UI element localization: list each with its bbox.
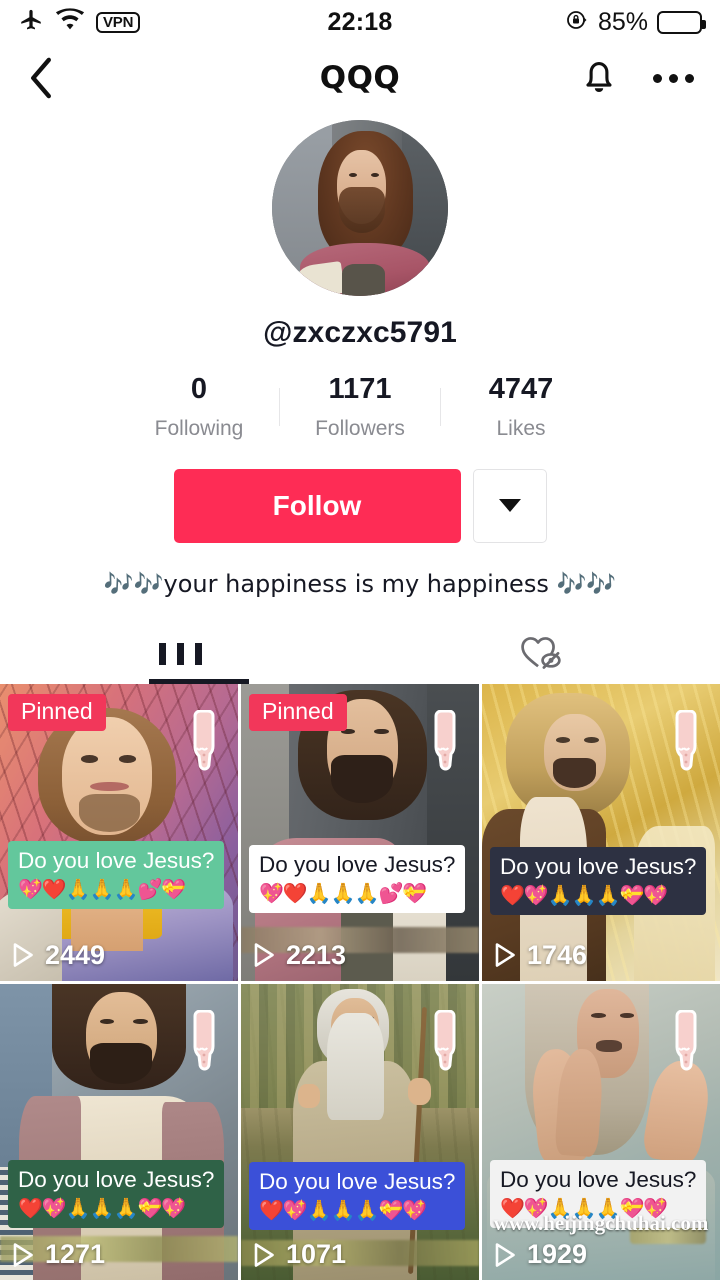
- play-count-value: 1746: [527, 939, 588, 970]
- status-bar-left: VPN: [18, 7, 141, 38]
- video-caption: Do you love Jesus? ❤️💖🙏🙏🙏💝💖: [249, 1162, 466, 1230]
- stat-label: Following: [154, 416, 244, 440]
- play-count: 1271: [12, 1239, 105, 1270]
- caption-text: Do you love Jesus?: [259, 1169, 456, 1194]
- pinned-badge: Pinned: [8, 694, 106, 731]
- stat-followers[interactable]: 1171 Followers: [280, 373, 440, 441]
- play-count: 1071: [253, 1239, 346, 1270]
- profile-actions: Follow: [0, 468, 720, 543]
- video-cell[interactable]: Pinned Do you love Jesus? 💖❤️🙏🙏🙏💕💝: [241, 684, 479, 981]
- pinned-badge: Pinned: [249, 694, 347, 731]
- caption-emojis: ❤️💖🙏🙏🙏💝💖: [500, 882, 668, 907]
- caption-emojis: 💖❤️🙏🙏🙏💕💝: [18, 876, 186, 901]
- video-cell[interactable]: Do you love Jesus? ❤️💖🙏🙏🙏💝💖 1071: [241, 983, 479, 1280]
- stat-label: Likes: [496, 416, 546, 440]
- caption-emojis: ❤️💖🙏🙏🙏💝💖: [259, 1198, 427, 1222]
- stat-following[interactable]: 0 Following: [119, 373, 279, 441]
- caption-text: Do you love Jesus?: [259, 851, 456, 877]
- heart-hidden-icon: [518, 632, 562, 677]
- battery-percent-label: 85%: [597, 7, 648, 36]
- watermark: www.heijingchuhai.com: [493, 1211, 709, 1235]
- video-caption: Do you love Jesus? 💖❤️🙏🙏🙏💕💝: [8, 840, 225, 909]
- stat-value: 4747: [488, 373, 554, 405]
- avatar[interactable]: [272, 120, 448, 296]
- play-icon: [494, 942, 516, 968]
- pointing-down-hand-icon: [182, 1009, 226, 1102]
- tab-videos[interactable]: [0, 624, 360, 684]
- play-icon: [253, 1242, 275, 1268]
- grid-icon: [158, 643, 202, 666]
- play-count-value: 1271: [45, 1239, 106, 1269]
- rotation-lock-icon: [565, 8, 589, 37]
- play-count-value: 1071: [286, 1239, 347, 1269]
- tiktok-profile-screen: VPN 22:18 85% QQQ @zxczxc5791 0 Followin…: [0, 0, 720, 1280]
- back-button[interactable]: [26, 56, 56, 100]
- play-count-value: 2449: [45, 939, 106, 970]
- play-count: 2449: [12, 940, 105, 971]
- follow-button[interactable]: Follow: [173, 468, 461, 543]
- profile-section: @zxczxc5791 0 Following 1171 Followers 4…: [0, 112, 720, 600]
- video-cell[interactable]: Pinned Do you love Jesus? 💖❤️🙏🙏🙏💕💝: [0, 684, 238, 981]
- status-bar-right: 85%: [565, 7, 706, 37]
- video-caption: Do you love Jesus? 💖❤️🙏🙏🙏💕💝: [249, 844, 466, 913]
- more-horizontal-icon[interactable]: [653, 73, 694, 83]
- caption-emojis: ❤️💖🙏🙏🙏💝💖: [18, 1196, 186, 1220]
- caption-emojis: 💖❤️🙏🙏🙏💕💝: [259, 880, 427, 905]
- play-count-value: 2213: [286, 939, 347, 970]
- profile-bio: 🎶🎶your happiness is my happiness 🎶🎶: [103, 569, 617, 598]
- profile-tabs: [0, 624, 720, 685]
- wifi-icon: [55, 7, 85, 37]
- profile-handle: @zxczxc5791: [263, 316, 457, 349]
- pointing-down-hand-icon: [664, 1009, 708, 1102]
- caption-text: Do you love Jesus?: [18, 847, 215, 873]
- play-icon: [253, 942, 275, 968]
- profile-header: QQQ: [0, 44, 720, 112]
- bell-icon[interactable]: [579, 54, 619, 103]
- stat-value: 1171: [328, 373, 392, 405]
- video-cell[interactable]: Do you love Jesus? ❤️💖🙏🙏🙏💝💖 1271: [0, 983, 238, 1280]
- profile-stats: 0 Following 1171 Followers 4747 Likes: [0, 373, 720, 441]
- pointing-down-hand-icon: [423, 709, 467, 802]
- airplane-icon: [18, 7, 44, 38]
- video-caption: Do you love Jesus? ❤️💖🙏🙏🙏💝💖: [490, 846, 707, 915]
- vpn-badge: VPN: [96, 11, 141, 33]
- play-icon: [12, 1242, 34, 1268]
- play-icon: [494, 1242, 516, 1268]
- pointing-down-hand-icon: [182, 709, 226, 802]
- play-count-value: 1929: [527, 1239, 588, 1269]
- video-cell[interactable]: Do you love Jesus? ❤️💖🙏🙏🙏💝💖 www.heijingc…: [482, 983, 720, 1280]
- video-grid: Pinned Do you love Jesus? 💖❤️🙏🙏🙏💕💝 2449 …: [0, 684, 720, 1280]
- profile-dropdown-button[interactable]: [472, 468, 547, 543]
- video-cell[interactable]: Do you love Jesus? ❤️💖🙏🙏🙏💝💖 1746: [482, 684, 720, 981]
- caption-text: Do you love Jesus?: [500, 1167, 697, 1192]
- tab-liked[interactable]: [360, 624, 720, 684]
- pointing-down-hand-icon: [664, 709, 708, 802]
- play-count: 2213: [253, 940, 346, 971]
- play-icon: [12, 942, 34, 968]
- play-count: 1929: [494, 1239, 587, 1270]
- video-caption: Do you love Jesus? ❤️💖🙏🙏🙏💝💖: [8, 1160, 225, 1228]
- caption-text: Do you love Jesus?: [500, 853, 697, 879]
- battery-icon: [657, 10, 706, 34]
- stat-label: Followers: [315, 416, 405, 440]
- chevron-down-icon: [498, 499, 521, 513]
- status-bar: VPN 22:18 85%: [0, 0, 720, 44]
- stat-value: 0: [190, 373, 208, 405]
- play-count: 1746: [494, 940, 587, 971]
- caption-text: Do you love Jesus?: [18, 1167, 215, 1192]
- pointing-down-hand-icon: [423, 1009, 467, 1102]
- stat-likes[interactable]: 4747 Likes: [441, 373, 601, 441]
